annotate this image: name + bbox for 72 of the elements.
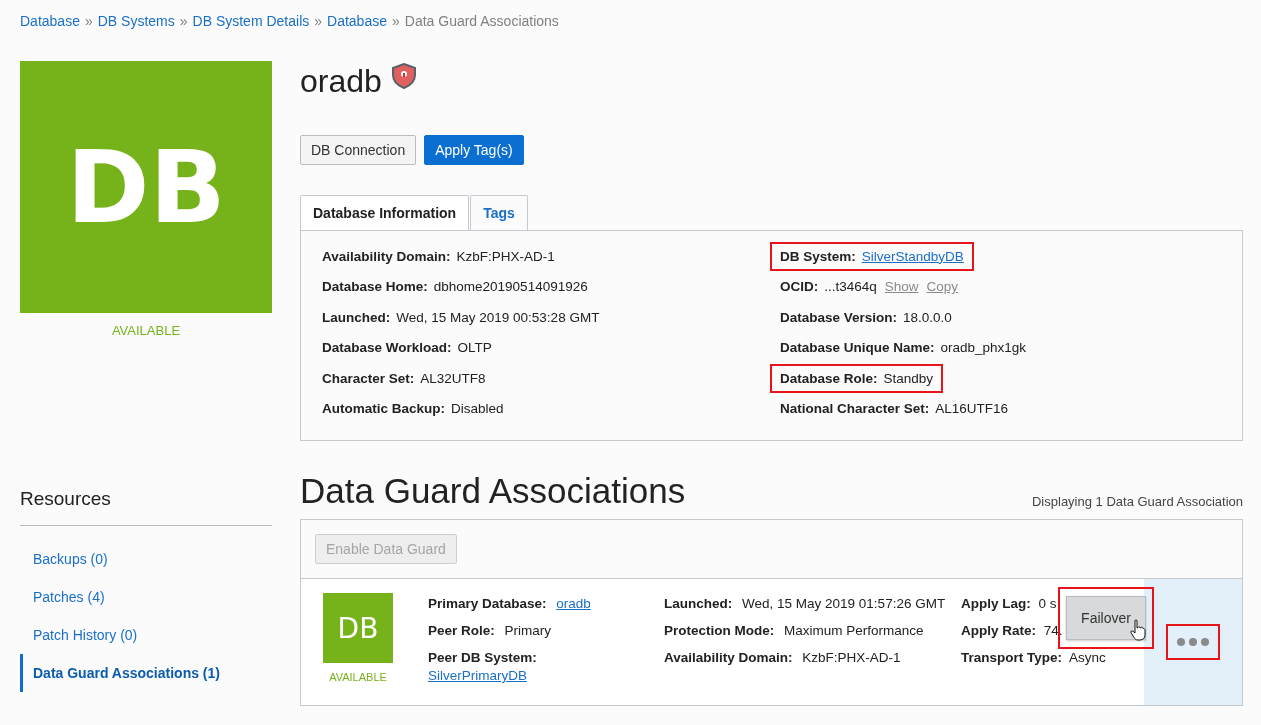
field-label: Availability Domain: <box>322 248 451 264</box>
field-label: Primary Database: <box>428 596 547 611</box>
resource-link[interactable]: Patches (4) <box>20 578 272 616</box>
result-count: Displaying 1 Data Guard Association <box>1032 494 1243 511</box>
field-label: Database Version: <box>780 309 898 325</box>
field-label: Database Workload: <box>322 340 452 356</box>
field-label: Database Home: <box>322 279 428 295</box>
field-label: Character Set: <box>322 370 415 386</box>
field-label: Peer DB System: <box>428 650 537 665</box>
field-link[interactable]: SilverStandbyDB <box>861 248 964 264</box>
breadcrumb-link[interactable]: DB System Details <box>192 13 310 29</box>
section-title: Data Guard Associations <box>300 471 686 511</box>
field-value: Maximum Performance <box>784 623 924 638</box>
field-value: 0 s <box>1038 596 1057 611</box>
field-label: Automatic Backup: <box>322 401 446 417</box>
resource-link[interactable]: Patch History (0) <box>20 616 272 654</box>
tab[interactable]: Database Information <box>300 195 470 230</box>
field-label: OCID: <box>780 279 819 295</box>
database-tile: DB <box>20 61 272 313</box>
resource-link[interactable]: Backups (0) <box>20 540 272 578</box>
field-value: 18.0.0.0 <box>903 309 952 325</box>
field-label: Launched: <box>664 596 733 611</box>
tab[interactable]: Tags <box>470 195 528 230</box>
resources-heading: Resources <box>20 488 112 510</box>
field-value: oradb_phx1gk <box>940 340 1027 356</box>
field-value: ...t3464q <box>824 279 877 295</box>
ocid-action-link[interactable]: Show <box>884 279 919 295</box>
ocid-action-link[interactable]: Copy <box>926 279 959 295</box>
more-actions-icon[interactable] <box>1176 637 1210 647</box>
breadcrumb-separator: » <box>84 13 93 29</box>
breadcrumb-link[interactable]: Database <box>20 13 80 29</box>
field-label: Protection Mode: <box>664 623 775 638</box>
status-label: AVAILABLE <box>328 671 388 683</box>
field-value: Wed, 15 May 2019 01:57:26 GMT <box>742 596 946 611</box>
field-link[interactable]: oradb <box>556 596 591 611</box>
field-value: Disabled <box>451 401 504 417</box>
field-label: Apply Rate: <box>961 623 1036 638</box>
connection-button[interactable]: DB Connection <box>300 135 417 165</box>
field-label: Transport Type: <box>961 650 1062 665</box>
field-value: KzbF:PHX-AD-1 <box>456 248 555 264</box>
field-label: Database Unique Name: <box>780 340 935 356</box>
field-label: Database Role: <box>780 370 878 386</box>
breadcrumb-separator: » <box>179 13 188 29</box>
breadcrumb-separator: » <box>392 13 400 29</box>
failover-menu-item[interactable]: Failover <box>1066 596 1146 640</box>
shield-icon <box>391 63 416 89</box>
field-label: Availability Domain: <box>664 650 793 665</box>
field-value: Standby <box>883 370 934 386</box>
field-value: Async <box>1069 650 1106 665</box>
field-label: Launched: <box>322 309 391 325</box>
field-label: Apply Lag: <box>961 596 1031 611</box>
breadcrumb-separator: » <box>314 13 323 29</box>
breadcrumb-current: Data Guard Associations <box>404 13 559 29</box>
field-label: National Character Set: <box>780 401 930 417</box>
field-link[interactable]: SilverPrimaryDB <box>428 668 527 683</box>
breadcrumb-link[interactable]: Database <box>327 13 387 29</box>
field-value: KzbF:PHX-AD-1 <box>802 650 901 665</box>
status-label: AVAILABLE <box>110 323 182 338</box>
field-value: OLTP <box>457 340 492 356</box>
field-value: Primary <box>504 623 552 638</box>
field-value: AL32UTF8 <box>420 370 486 386</box>
field-value: Wed, 15 May 2019 00:53:28 GMT <box>396 309 600 325</box>
field-label: DB System: <box>780 248 856 264</box>
apply-tags-button[interactable]: Apply Tag(s) <box>424 135 524 165</box>
field-label: Peer Role: <box>428 623 495 638</box>
resource-link[interactable]: Data Guard Associations (1) <box>20 654 272 692</box>
hand-cursor-icon <box>1130 619 1146 641</box>
field-value: AL16UTF16 <box>935 401 1009 417</box>
page-title: oradb <box>300 62 382 101</box>
database-tile: DB <box>323 593 393 663</box>
field-value: dbhome20190514091926 <box>433 279 588 295</box>
breadcrumb-link[interactable]: DB Systems <box>97 13 175 29</box>
